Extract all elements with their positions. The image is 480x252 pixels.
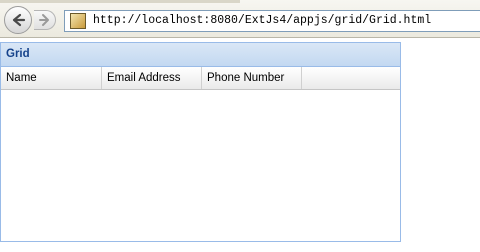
- column-header-name[interactable]: Name: [1, 67, 102, 89]
- back-arrow-icon: [12, 13, 26, 27]
- column-label: Phone Number: [207, 72, 285, 84]
- column-label: Name: [6, 72, 37, 84]
- panel-title: Grid: [6, 48, 30, 60]
- toolbar-divider: [0, 37, 480, 38]
- back-button[interactable]: [4, 6, 32, 34]
- grid-panel: Grid Name Email Address Phone Number: [0, 42, 401, 242]
- grid-column-header: Name Email Address Phone Number: [1, 67, 400, 90]
- navigation-buttons: [4, 6, 59, 34]
- forward-button[interactable]: [34, 10, 56, 30]
- panel-header: Grid: [1, 43, 400, 67]
- tab-strip-edge: [0, 0, 240, 3]
- url-text: http://localhost:8080/ExtJs4/appjs/grid/…: [93, 14, 432, 27]
- page-favicon-icon: [70, 13, 86, 29]
- browser-toolbar: http://localhost:8080/ExtJs4/appjs/grid/…: [0, 0, 480, 38]
- grid-body[interactable]: [1, 90, 400, 241]
- column-label: Email Address: [107, 72, 181, 84]
- forward-arrow-icon: [38, 14, 49, 26]
- column-header-phone[interactable]: Phone Number: [202, 67, 302, 89]
- address-bar[interactable]: http://localhost:8080/ExtJs4/appjs/grid/…: [64, 10, 480, 32]
- column-header-email[interactable]: Email Address: [102, 67, 202, 89]
